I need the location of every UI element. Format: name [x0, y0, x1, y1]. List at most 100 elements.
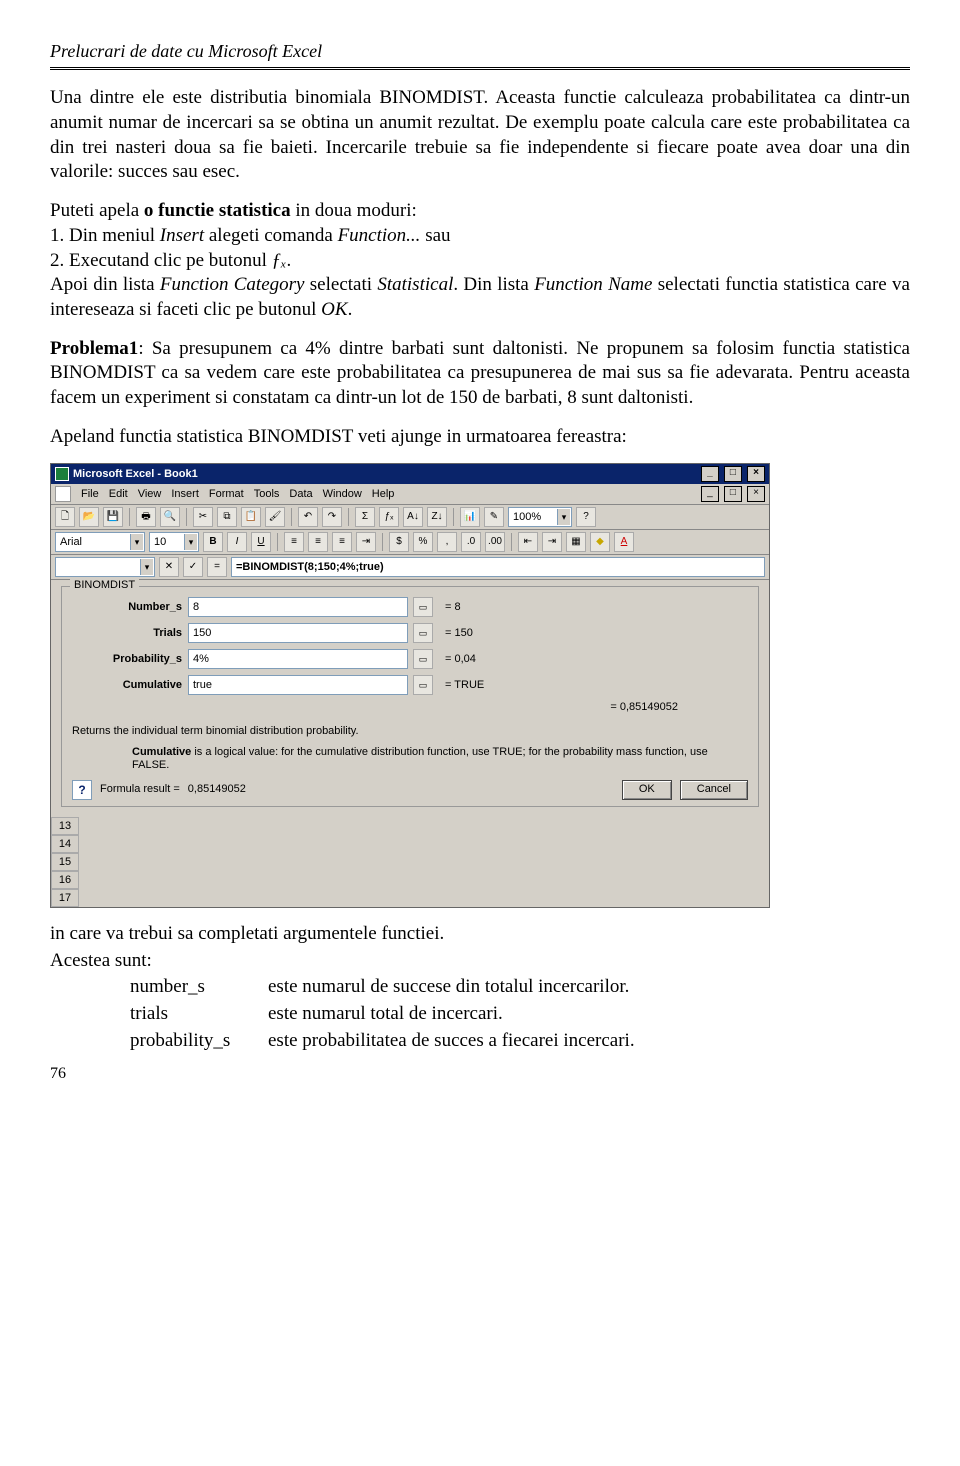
align-right-icon[interactable]: ≡ [332, 532, 352, 552]
help-icon[interactable]: ? [72, 780, 92, 800]
row-header[interactable]: 14 [51, 835, 79, 853]
cut-icon[interactable]: ✂ [193, 507, 213, 527]
borders-icon[interactable]: ▦ [566, 532, 586, 552]
inc-indent-icon[interactable]: ⇥ [542, 532, 562, 552]
menu-file[interactable]: File [81, 488, 99, 501]
preview-icon[interactable]: 🔍 [160, 507, 180, 527]
menu-view[interactable]: View [138, 488, 162, 501]
help-icon[interactable]: ? [576, 507, 596, 527]
menu-edit[interactable]: Edit [109, 488, 128, 501]
arg-row-trials: Trials 150 ▭ = 150 [72, 623, 748, 643]
menu-window[interactable]: Window [323, 488, 362, 501]
def-desc: este probabilitatea de succes a fiecarei… [268, 1029, 635, 1054]
text: Puteti apela [50, 200, 144, 221]
row-header[interactable]: 15 [51, 853, 79, 871]
arg-row-probability-s: Probability_s 4% ▭ = 0,04 [72, 649, 748, 669]
inc-decimal-icon[interactable]: .0 [461, 532, 481, 552]
def-term: trials [130, 1002, 250, 1027]
window-buttons: _ □ × [699, 466, 765, 482]
redo-icon[interactable]: ↷ [322, 507, 342, 527]
format-painter-icon[interactable]: 🖌 [265, 507, 285, 527]
doc-maximize-button[interactable]: □ [724, 486, 742, 502]
percent-icon[interactable]: % [413, 532, 433, 552]
text-bold: o functie statistica [144, 200, 291, 221]
arg-input-probability-s[interactable]: 4% [188, 649, 408, 669]
currency-icon[interactable]: $ [389, 532, 409, 552]
menu-insert[interactable]: Insert [171, 488, 199, 501]
collapse-dialog-icon[interactable]: ▭ [413, 675, 433, 695]
collapse-dialog-icon[interactable]: ▭ [413, 597, 433, 617]
open-icon[interactable]: 📂 [79, 507, 99, 527]
minimize-button[interactable]: _ [701, 466, 719, 482]
fx-icon[interactable]: ƒₓ [379, 507, 399, 527]
dec-decimal-icon[interactable]: .00 [485, 532, 505, 552]
accept-formula-icon[interactable]: ✓ [183, 557, 203, 577]
argument-description: Cumulative is a logical value: for the c… [72, 746, 748, 772]
cancel-button[interactable]: Cancel [680, 780, 748, 799]
autosum-icon[interactable]: Σ [355, 507, 375, 527]
page-header: Prelucrari de date cu Microsoft Excel [50, 40, 910, 63]
row-header[interactable]: 16 [51, 871, 79, 889]
align-center-icon[interactable]: ≡ [308, 532, 328, 552]
sort-asc-icon[interactable]: A↓ [403, 507, 423, 527]
dec-indent-icon[interactable]: ⇤ [518, 532, 538, 552]
arg-input-number-s[interactable]: 8 [188, 597, 408, 617]
menu-format[interactable]: Format [209, 488, 244, 501]
def-row: probability_s este probabilitatea de suc… [130, 1029, 910, 1054]
print-icon[interactable]: 🖶 [136, 507, 156, 527]
save-icon[interactable]: 💾 [103, 507, 123, 527]
align-left-icon[interactable]: ≡ [284, 532, 304, 552]
def-desc: este numarul total de incercari. [268, 1002, 503, 1027]
text: 2. Executand clic pe butonul [50, 250, 272, 271]
collapse-dialog-icon[interactable]: ▭ [413, 649, 433, 669]
formula-input[interactable]: =BINOMDIST(8;150;4%;true) [231, 557, 765, 577]
bold-icon[interactable]: B [203, 532, 223, 552]
cancel-formula-icon[interactable]: ✕ [159, 557, 179, 577]
merge-icon[interactable]: ⇥ [356, 532, 376, 552]
chart-icon[interactable]: 📊 [460, 507, 480, 527]
arg-result: = 150 [445, 627, 473, 640]
doc-close-button[interactable]: × [747, 486, 765, 502]
arg-label: Cumulative [72, 679, 182, 692]
row-header[interactable]: 17 [51, 889, 79, 907]
underline-icon[interactable]: U [251, 532, 271, 552]
arg-row-number-s: Number_s 8 ▭ = 8 [72, 597, 748, 617]
italic-icon[interactable]: I [227, 532, 247, 552]
font-color-icon[interactable]: A [614, 532, 634, 552]
collapse-dialog-icon[interactable]: ▭ [413, 623, 433, 643]
zoom-combo[interactable]: 100% [508, 507, 572, 527]
arg-input-cumulative[interactable]: true [188, 675, 408, 695]
menu-tools[interactable]: Tools [254, 488, 280, 501]
arg-input-trials[interactable]: 150 [188, 623, 408, 643]
drawing-icon[interactable]: ✎ [484, 507, 504, 527]
paragraph-7: Acestea sunt: [50, 949, 910, 974]
doc-minimize-button[interactable]: _ [701, 486, 719, 502]
undo-icon[interactable]: ↶ [298, 507, 318, 527]
new-icon[interactable]: 🗋 [55, 507, 75, 527]
row-header[interactable]: 13 [51, 817, 79, 835]
page-number: 76 [50, 1064, 910, 1085]
window-title: Microsoft Excel - Book1 [73, 468, 198, 481]
function-description: Returns the individual term binomial dis… [72, 725, 748, 738]
name-box[interactable] [55, 557, 155, 577]
fill-color-icon[interactable]: ◆ [590, 532, 610, 552]
def-row: number_s este numarul de succese din tot… [130, 975, 910, 1000]
paragraph-problema1: Problema1: Sa presupunem ca 4% dintre ba… [50, 337, 910, 411]
close-button[interactable]: × [747, 466, 765, 482]
copy-icon[interactable]: ⧉ [217, 507, 237, 527]
maximize-button[interactable]: □ [724, 466, 742, 482]
text-bold: Cumulative [132, 746, 191, 758]
paste-icon[interactable]: 📋 [241, 507, 261, 527]
comma-icon[interactable]: , [437, 532, 457, 552]
menu-help[interactable]: Help [372, 488, 395, 501]
edit-formula-icon[interactable]: = [207, 557, 227, 577]
group-title: BINOMDIST [70, 579, 139, 592]
args-group: BINOMDIST Number_s 8 ▭ = 8 Trials 150 ▭ … [61, 586, 759, 807]
header-rule [50, 67, 910, 70]
menu-data[interactable]: Data [289, 488, 312, 501]
ok-button[interactable]: OK [622, 780, 672, 799]
dialog-bottom-bar: ? Formula result = 0,85149052 OK Cancel [72, 780, 748, 800]
sort-desc-icon[interactable]: Z↓ [427, 507, 447, 527]
font-combo[interactable]: Arial [55, 532, 145, 552]
fontsize-combo[interactable]: 10 [149, 532, 199, 552]
